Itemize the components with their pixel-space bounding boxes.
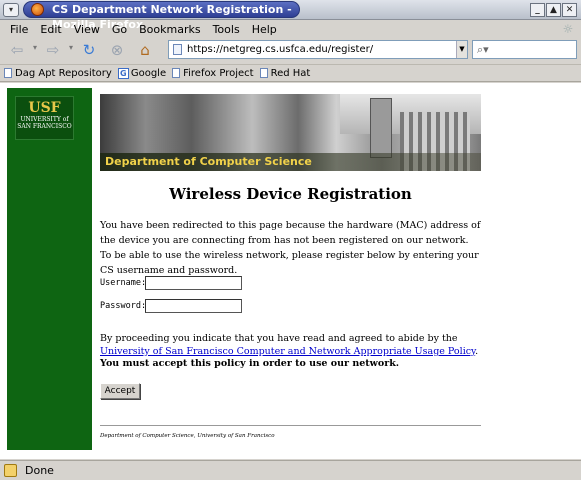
must-accept-notice: You must accept this policy in order to … bbox=[100, 358, 400, 369]
close-button[interactable]: ✕ bbox=[562, 3, 577, 17]
department-banner: Department of Computer Science bbox=[100, 94, 481, 171]
password-row: Password: bbox=[100, 299, 242, 313]
footer-text: Department of Computer Science, Universi… bbox=[100, 433, 275, 439]
menu-view[interactable]: View bbox=[68, 23, 106, 36]
agreement-suffix: . bbox=[475, 346, 479, 357]
page-icon bbox=[172, 68, 181, 78]
bookmark-label: Firefox Project bbox=[183, 67, 254, 79]
bookmark-firefox-project[interactable]: Firefox Project bbox=[172, 68, 254, 79]
menu-help[interactable]: Help bbox=[246, 23, 283, 36]
username-row: Username: bbox=[100, 276, 242, 290]
usf-logo-line1: UNIVERSITY of bbox=[20, 116, 69, 123]
menu-go[interactable]: Go bbox=[106, 23, 133, 36]
intro-paragraph: You have been redirected to this page be… bbox=[100, 220, 481, 276]
window-controls: _ ▲ ✕ bbox=[530, 3, 577, 17]
usf-logo-mark: USF bbox=[28, 100, 61, 116]
bookmark-red-hat[interactable]: Red Hat bbox=[259, 67, 311, 79]
home-icon[interactable]: ⌂ bbox=[136, 41, 154, 59]
usf-logo[interactable]: USF UNIVERSITY of SAN FRANCISCO bbox=[15, 96, 74, 140]
footer-divider bbox=[100, 425, 481, 426]
username-label: Username: bbox=[100, 278, 147, 288]
usage-policy-link[interactable]: University of San Francisco Computer and… bbox=[100, 346, 475, 357]
google-icon: G bbox=[117, 67, 129, 79]
bookmarks-toolbar: Dag Apt Repository G Google Firefox Proj… bbox=[0, 64, 581, 82]
back-dropdown-icon[interactable]: ▾ bbox=[33, 43, 37, 52]
maximize-button[interactable]: ▲ bbox=[546, 3, 561, 17]
banner-tower bbox=[370, 98, 392, 158]
status-text: Done bbox=[25, 464, 54, 477]
menu-bar: File Edit View Go Bookmarks Tools Help ☼ bbox=[0, 21, 581, 37]
password-input[interactable] bbox=[145, 299, 242, 313]
bookmark-google[interactable]: G Google bbox=[117, 67, 167, 79]
navigation-toolbar: ⇦ ▾ ⇨ ▾ ↻ ⊗ ⌂ https://netgreg.cs.usfca.e… bbox=[0, 37, 581, 63]
bookmark-dag-apt[interactable]: Dag Apt Repository bbox=[4, 68, 112, 79]
page-icon bbox=[173, 44, 182, 55]
back-arrow-icon[interactable]: ⇦ bbox=[8, 41, 26, 59]
window-title-pill: CS Department Network Registration - Moz… bbox=[23, 1, 300, 31]
url-bar[interactable]: https://netgreg.cs.usfca.edu/register/ bbox=[168, 40, 468, 59]
page-viewport: USF UNIVERSITY of SAN FRANCISCO Departme… bbox=[0, 83, 581, 459]
menu-tools[interactable]: Tools bbox=[207, 23, 246, 36]
banner-title: Department of Computer Science bbox=[105, 155, 312, 168]
agreement-paragraph: By proceeding you indicate that you have… bbox=[100, 332, 481, 358]
forward-arrow-icon[interactable]: ⇨ bbox=[44, 41, 62, 59]
menu-file[interactable]: File bbox=[4, 23, 34, 36]
usf-logo-line2: SAN FRANCISCO bbox=[17, 123, 72, 130]
page-icon bbox=[259, 68, 268, 78]
menu-bookmarks[interactable]: Bookmarks bbox=[133, 23, 206, 36]
reload-icon[interactable]: ↻ bbox=[80, 41, 98, 59]
menu-edit[interactable]: Edit bbox=[34, 23, 67, 36]
username-input[interactable] bbox=[145, 276, 242, 290]
search-input[interactable]: ⌕▾ bbox=[472, 40, 577, 59]
window-menu-icon[interactable]: ▾ bbox=[3, 3, 19, 17]
forward-dropdown-icon[interactable]: ▾ bbox=[69, 43, 73, 52]
page-icon bbox=[4, 68, 12, 78]
url-text: https://netgreg.cs.usfca.edu/register/ bbox=[187, 44, 374, 55]
page-title: Wireless Device Registration bbox=[169, 185, 412, 203]
throbber-icon: ☼ bbox=[562, 22, 574, 36]
lock-icon[interactable] bbox=[4, 464, 17, 477]
stop-icon[interactable]: ⊗ bbox=[108, 41, 126, 59]
search-engine-icon[interactable]: ⌕▾ bbox=[477, 43, 489, 56]
password-label: Password: bbox=[100, 301, 147, 311]
title-bar: ▾ CS Department Network Registration - M… bbox=[0, 0, 581, 31]
green-sidebar: USF UNIVERSITY of SAN FRANCISCO bbox=[7, 88, 92, 450]
bookmark-label: Dag Apt Repository bbox=[15, 67, 112, 79]
accept-button[interactable]: Accept bbox=[100, 383, 140, 399]
status-bar: Done bbox=[0, 460, 581, 480]
minimize-button[interactable]: _ bbox=[530, 3, 545, 17]
agreement-prefix: By proceeding you indicate that you have… bbox=[100, 333, 458, 344]
url-history-dropdown[interactable]: ▼ bbox=[456, 41, 467, 58]
bookmark-label: Red Hat bbox=[270, 67, 311, 79]
firefox-icon bbox=[31, 3, 44, 16]
bookmark-label: Google bbox=[130, 67, 167, 79]
